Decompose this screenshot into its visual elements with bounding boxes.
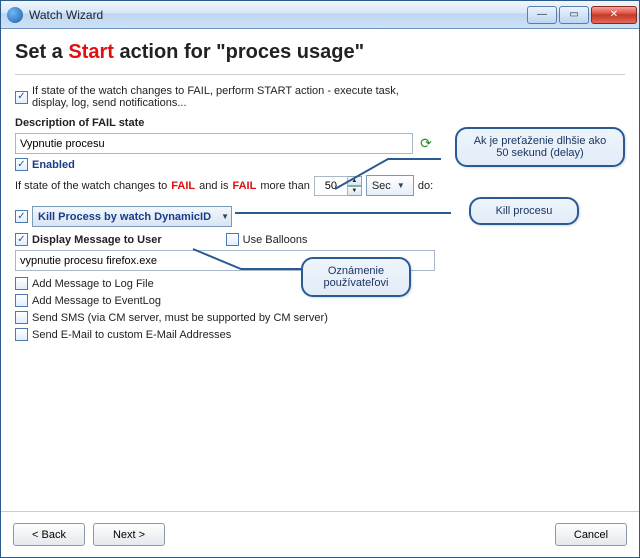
display-label: Display Message to User [32,234,162,246]
sms-label: Send SMS (via CM server, must be support… [32,312,328,324]
back-button[interactable]: < Back [13,523,85,546]
balloons-checkbox[interactable] [226,233,239,246]
logfile-checkbox[interactable] [15,277,28,290]
spinner-up[interactable]: ▲ [348,176,362,186]
description-label: Description of FAIL state [15,117,144,129]
sms-row: Send SMS (via CM server, must be support… [15,311,435,324]
spinner-buttons: ▲ ▼ [348,176,362,196]
description-input[interactable] [15,133,413,154]
form-area: If state of the watch changes to FAIL, p… [15,85,435,341]
desc-input-row: ⟳ [15,133,435,154]
footer: < Back Next > Cancel [1,511,639,557]
next-button[interactable]: Next > [93,523,165,546]
window-buttons: — ▭ ✕ [527,6,637,24]
callout-delay-text: Ak je preťaženie dlhšie ako 50 sekund (d… [474,135,607,159]
callout-notify-text: Oznámenie používateľovi [324,265,389,289]
cond-post: more than [260,180,310,192]
threshold-input[interactable] [314,176,348,196]
close-button[interactable]: ✕ [591,6,637,24]
condition-row: If state of the watch changes to FAIL an… [15,175,435,196]
display-checkbox[interactable] [15,233,28,246]
perform-action-checkbox[interactable] [15,91,28,104]
cond-pre: If state of the watch changes to [15,180,167,192]
heading-post: action for "proces usage" [114,41,364,63]
content-area: Set a Start action for "proces usage" If… [1,29,639,511]
callout-delay: Ak je preťaženie dlhšie ako 50 sekund (d… [455,127,625,167]
logfile-label: Add Message to Log File [32,278,154,290]
email-checkbox[interactable] [15,328,28,341]
eventlog-label: Add Message to EventLog [32,295,161,307]
eventlog-checkbox[interactable] [15,294,28,307]
callout-kill: Kill procesu [469,197,579,225]
unit-value: Sec [372,180,391,192]
maximize-button[interactable]: ▭ [559,6,589,24]
callout-kill-text: Kill procesu [496,205,553,217]
action-row: Kill Process by watch DynamicID ▼ [15,206,435,227]
callout-notify: Oznámenie používateľovi [301,257,411,297]
enabled-label: Enabled [32,159,75,171]
cond-fail2: FAIL [232,180,256,192]
perform-action-label: If state of the watch changes to FAIL, p… [32,85,435,109]
row-perform-action: If state of the watch changes to FAIL, p… [15,85,435,109]
page-heading: Set a Start action for "proces usage" [15,41,625,64]
minimize-button[interactable]: — [527,6,557,24]
action-label: Kill Process by watch DynamicID [38,211,211,223]
unit-dropdown[interactable]: Sec ▼ [366,175,414,196]
action-checkbox[interactable] [15,210,28,223]
titlebar: Watch Wizard — ▭ ✕ [1,1,639,29]
heading-pre: Set a [15,41,68,63]
refresh-icon[interactable]: ⟳ [417,135,435,153]
enabled-checkbox[interactable] [15,158,28,171]
wizard-window: Watch Wizard — ▭ ✕ Set a Start action fo… [0,0,640,558]
display-row: Display Message to User Use Balloons [15,233,435,246]
chevron-down-icon: ▼ [221,212,229,221]
email-row: Send E-Mail to custom E-Mail Addresses [15,328,435,341]
enabled-row: Enabled [15,158,435,171]
threshold-spinner: ▲ ▼ [314,176,362,196]
email-label: Send E-Mail to custom E-Mail Addresses [32,329,231,341]
app-icon [7,7,23,23]
heading-divider [15,74,625,75]
window-title: Watch Wizard [29,8,527,22]
cancel-button[interactable]: Cancel [555,523,627,546]
cond-do: do: [418,180,433,192]
sms-checkbox[interactable] [15,311,28,324]
balloons-label: Use Balloons [243,234,308,246]
cond-fail1: FAIL [171,180,195,192]
chevron-down-icon: ▼ [397,181,405,190]
action-dropdown[interactable]: Kill Process by watch DynamicID ▼ [32,206,232,227]
heading-start: Start [68,41,114,63]
spinner-down[interactable]: ▼ [348,186,362,196]
cond-mid: and is [199,180,228,192]
desc-label-row: Description of FAIL state [15,117,435,129]
